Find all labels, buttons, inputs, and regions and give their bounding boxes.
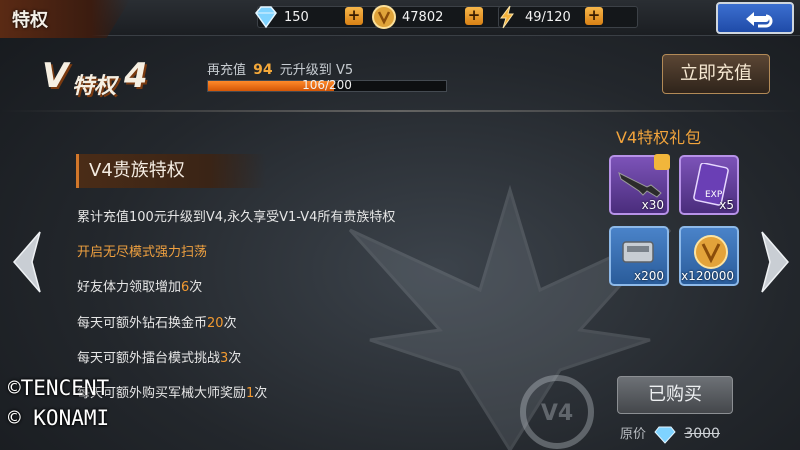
vip-progress-text: 106/200 — [302, 78, 352, 92]
vip-progress-bar: 106/200 — [207, 78, 447, 92]
privilege-unlock: 开启无尽模式强力扫荡 — [77, 245, 208, 260]
privilege-summary: 累计充值100元升级到V4,永久享受V1-V4所有贵族特权 — [77, 210, 396, 225]
next-level-arrow-icon[interactable] — [758, 230, 792, 294]
upgrade-suffix: 元升级到 — [279, 63, 332, 78]
perk-text: 每天可额外钻石换金币 — [77, 316, 208, 331]
add-stamina-button[interactable]: + — [585, 7, 603, 25]
gift-item-ammo-box[interactable]: x200 — [609, 226, 669, 286]
vip-logo-v: V — [42, 56, 69, 96]
gift-item-exp-card[interactable]: EXP x5 — [679, 155, 739, 215]
vip-level-number: 4 — [124, 56, 148, 96]
gift-item-rifle[interactable]: x30 — [609, 154, 670, 215]
perk-unit: 次 — [223, 316, 237, 331]
vip-level-logo: V 特权 4 — [34, 52, 164, 102]
original-price-label: 原价 — [620, 427, 647, 442]
perk-unit: 次 — [189, 280, 203, 295]
back-button[interactable] — [716, 2, 794, 34]
privilege-perk: 每天可额外擂台模式挑战3次 — [77, 347, 241, 366]
original-price-value: 3000 — [684, 426, 720, 442]
back-arrow-icon — [746, 12, 773, 28]
page-title: 特权 — [12, 10, 48, 31]
ammo-box-icon — [622, 241, 654, 263]
gold-count: 47802 — [402, 10, 444, 25]
puzzle-piece-icon — [654, 154, 670, 170]
perk-text: 每天可额外擂台模式挑战 — [77, 351, 221, 366]
upgrade-prefix: 再充值 — [207, 63, 247, 78]
header-divider — [0, 110, 800, 112]
stamina-icon — [500, 5, 514, 29]
gift-pack-title: V4特权礼包 — [616, 128, 702, 147]
gift-item-gold[interactable]: x120000 — [679, 226, 739, 286]
perk-unit: 次 — [254, 386, 268, 401]
konami-copyright: © KONAMI — [8, 406, 110, 430]
perk-unit: 次 — [228, 351, 242, 366]
v4-badge-text: V4 — [541, 401, 573, 426]
purchased-button[interactable]: 已购买 — [617, 376, 733, 414]
upgrade-hint: 再充值 94 元升级到 V5 — [207, 59, 353, 78]
next-vip-level: V5 — [335, 63, 354, 78]
gold-coin-icon — [372, 5, 396, 29]
gift-item-count: x5 — [719, 198, 734, 212]
gold-medal-icon — [694, 235, 728, 269]
stamina-resource: 49/120 — [498, 5, 638, 29]
privilege-perk: 好友体力领取增加6次 — [77, 276, 202, 295]
previous-level-arrow-icon[interactable] — [10, 230, 44, 294]
perk-text: 好友体力领取增加 — [77, 280, 182, 295]
tencent-copyright: ©TENCENT — [8, 376, 110, 400]
top-bar: 特权 150 + 47802 + 49/120 + — [0, 0, 800, 38]
diamond-icon — [255, 6, 277, 29]
diamond-icon — [654, 426, 676, 444]
privilege-perk: 每天可额外钻石换金币20次 — [77, 312, 237, 331]
privilege-section-title: V4贵族特权 — [76, 154, 266, 188]
diamond-count: 150 — [284, 10, 309, 25]
stamina-count: 49/120 — [525, 10, 571, 25]
v4-badge-icon: V4 — [520, 375, 594, 449]
vip-logo-text: 特权 — [72, 74, 117, 99]
perk-number: 20 — [207, 316, 224, 331]
add-diamond-button[interactable]: + — [345, 7, 363, 25]
recharge-now-button[interactable]: 立即充值 — [662, 54, 770, 94]
gift-item-count: x200 — [633, 269, 664, 283]
add-gold-button[interactable]: + — [465, 7, 483, 25]
upgrade-amount: 94 — [253, 62, 273, 78]
gift-item-count: x30 — [641, 198, 664, 212]
original-price: 原价 3000 — [620, 423, 720, 444]
gift-item-count: x120000 — [681, 269, 734, 283]
